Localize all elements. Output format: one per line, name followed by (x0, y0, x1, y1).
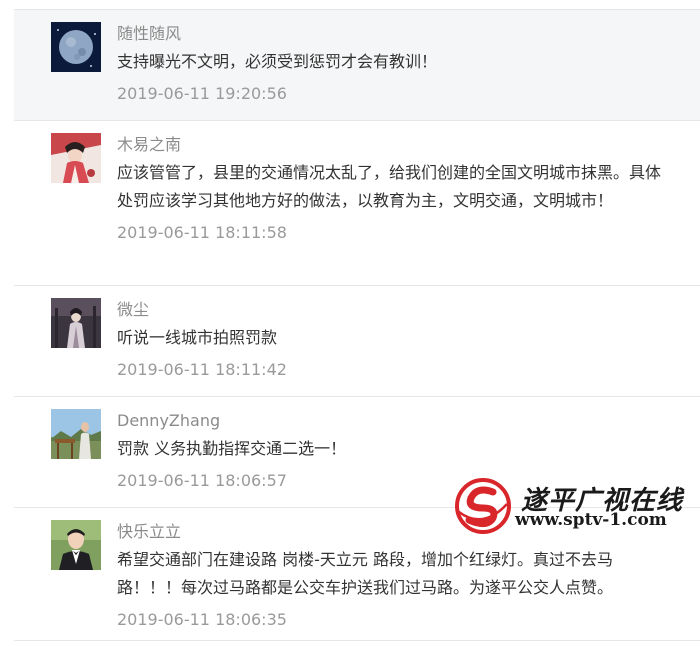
comment-item: 木易之南 应该管管了，县里的交通情况太乱了，给我们创建的全国文明城市抹黑。具体处… (14, 120, 700, 285)
comment-list: 随性随风 支持曝光不文明，必须受到惩罚才会有教训！ 2019-06-11 19:… (14, 9, 700, 641)
comment-timestamp: 2019-06-11 18:06:35 (117, 610, 287, 629)
comment-timestamp: 2019-06-11 18:11:58 (117, 223, 287, 242)
illustration-figure-avatar (51, 298, 101, 348)
avatar[interactable] (51, 298, 101, 348)
avatar[interactable] (51, 133, 101, 183)
costume-figure-avatar (51, 133, 101, 183)
comment-username[interactable]: 木易之南 (117, 133, 670, 157)
comment-username[interactable]: 微尘 (117, 298, 670, 322)
comment-item: 随性随风 支持曝光不文明，必须受到惩罚才会有教训！ 2019-06-11 19:… (14, 9, 700, 120)
comment-timestamp: 2019-06-11 18:11:42 (117, 360, 287, 379)
comment-timestamp: 2019-06-11 18:06:57 (117, 471, 287, 490)
moon-avatar (51, 22, 101, 72)
comment-content: 希望交通部门在建设路 岗楼-天立元 路段，增加个红绿灯。真过不去马路！！！每次过… (117, 550, 614, 597)
comment-content: 支持曝光不文明，必须受到惩罚才会有教训！ (117, 52, 438, 71)
comment-username[interactable]: DennyZhang (117, 409, 670, 433)
comment-item: 快乐立立 希望交通部门在建设路 岗楼-天立元 路段，增加个红绿灯。真过不去马路！… (14, 507, 700, 641)
comment-username[interactable]: 随性随风 (117, 22, 670, 46)
avatar[interactable] (51, 409, 101, 459)
avatar[interactable] (51, 520, 101, 570)
comment-username[interactable]: 快乐立立 (117, 520, 670, 544)
comment-item: 微尘 听说一线城市拍照罚款 2019-06-11 18:11:42 (14, 285, 700, 396)
comment-content: 应该管管了，县里的交通情况太乱了，给我们创建的全国文明城市抹黑。具体处罚应该学习… (117, 163, 662, 210)
comment-content: 听说一线城市拍照罚款 (117, 328, 278, 347)
outdoor-person-avatar (51, 409, 101, 459)
comment-content: 罚款 义务执勤指挥交通二选一！ (117, 439, 347, 458)
comment-timestamp: 2019-06-11 19:20:56 (117, 84, 287, 103)
avatar[interactable] (51, 22, 101, 72)
comment-item: DennyZhang 罚款 义务执勤指挥交通二选一！ 2019-06-11 18… (14, 396, 700, 507)
suit-person-avatar (51, 520, 101, 570)
